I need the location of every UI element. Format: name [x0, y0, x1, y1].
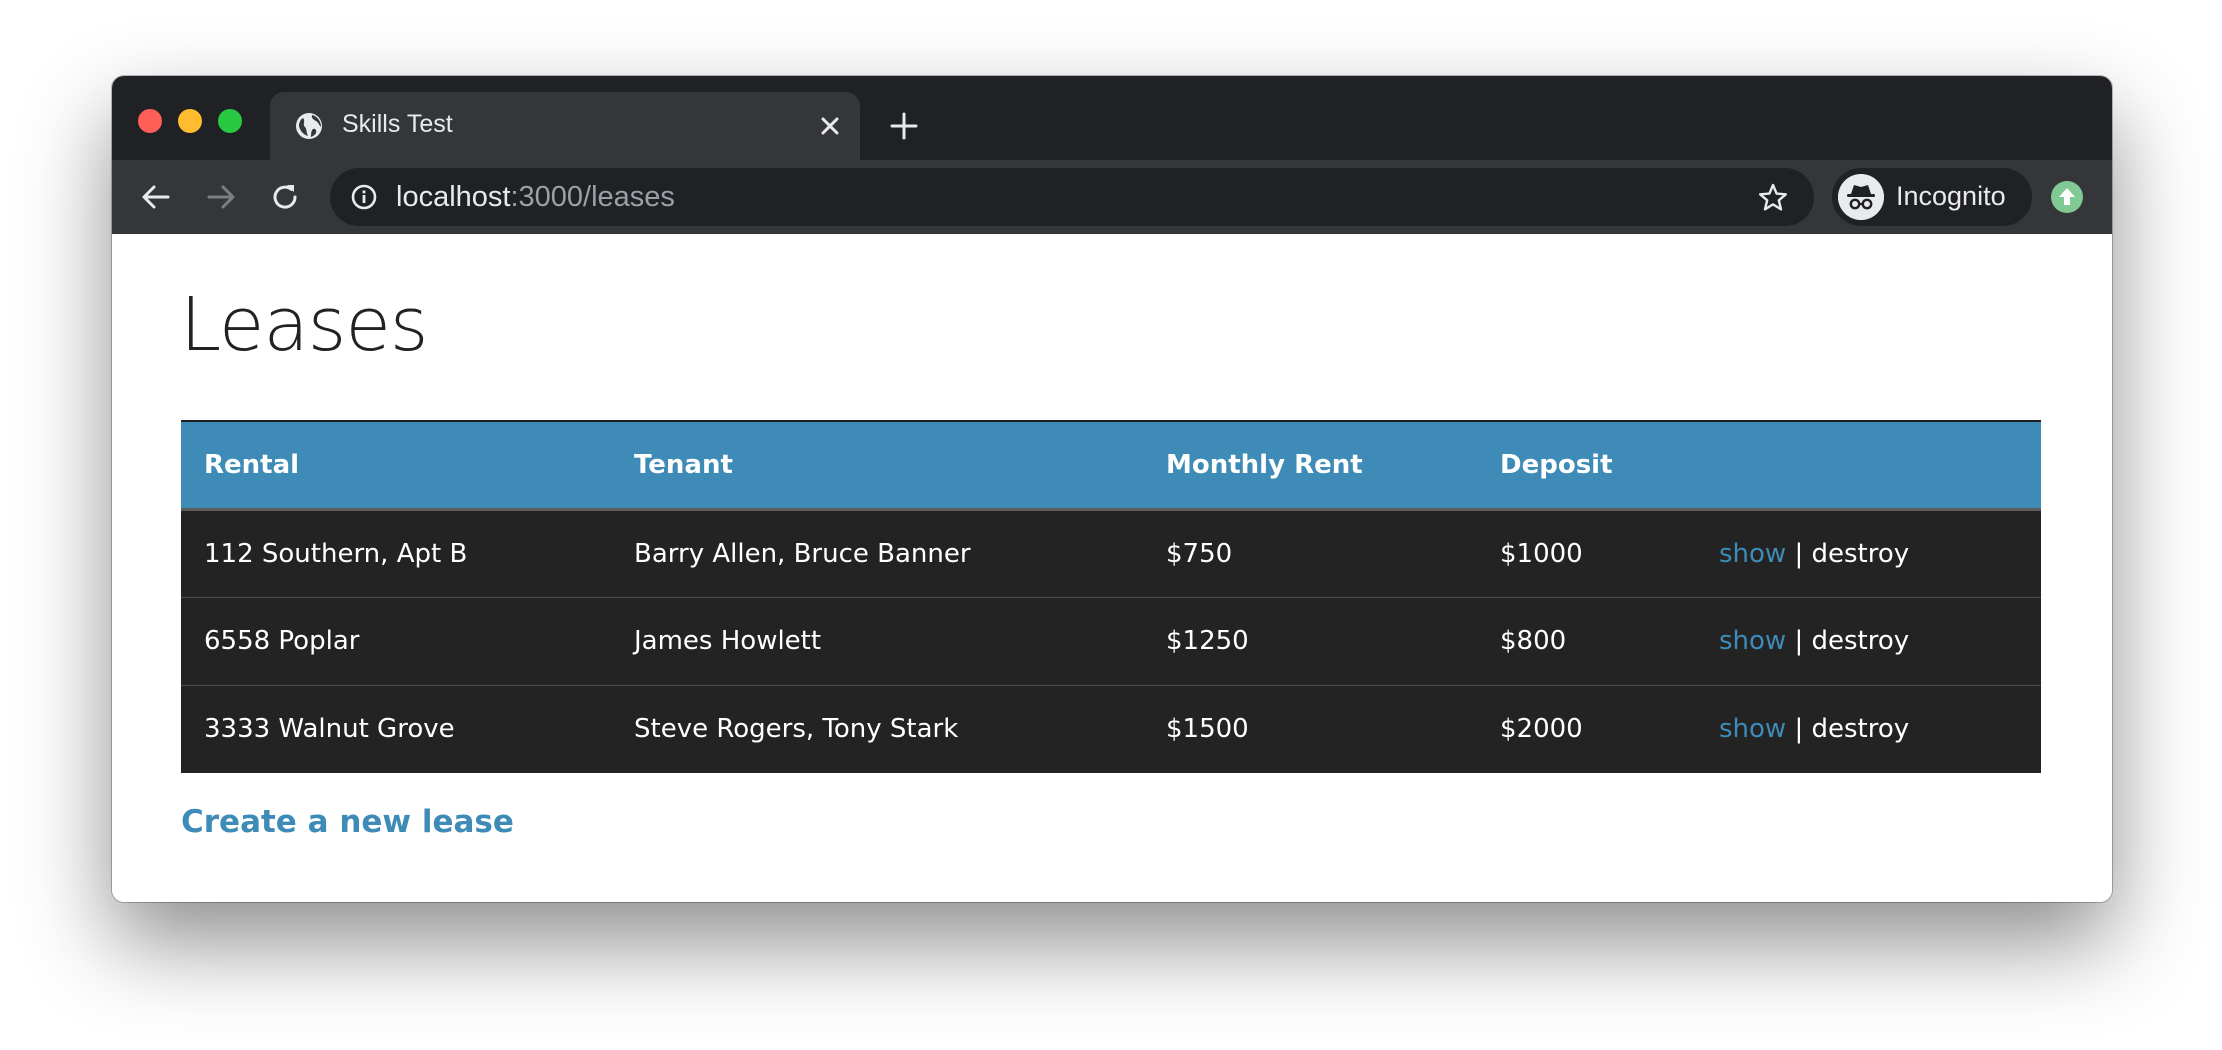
page-title: Leases: [180, 282, 428, 368]
page-content: Leases Rental Tenant Monthly Rent Deposi…: [112, 234, 2112, 902]
cell-actions: show | destroy: [1696, 597, 2041, 685]
star-icon[interactable]: [1756, 181, 1790, 215]
update-icon[interactable]: [2050, 180, 2084, 214]
tab-title: Skills Test: [342, 110, 453, 138]
show-link[interactable]: show: [1719, 714, 1786, 744]
table-body: 112 Southern, Apt B Barry Allen, Bruce B…: [181, 509, 2041, 773]
reload-icon[interactable]: [267, 179, 303, 215]
column-header-deposit: Deposit: [1500, 449, 1613, 480]
minimize-window-button[interactable]: [178, 109, 202, 133]
cell-deposit: $1000: [1500, 538, 1583, 569]
cell-rental: 6558 Poplar: [204, 626, 360, 656]
table-header: Rental Tenant Monthly Rent Deposit: [181, 421, 2041, 509]
info-icon[interactable]: [350, 183, 378, 211]
column-header-tenant: Tenant: [634, 449, 733, 480]
header-row: Rental Tenant Monthly Rent Deposit: [181, 421, 2041, 509]
browser-toolbar: localhost:3000/leases Incognito: [112, 160, 2112, 234]
cell-actions: show | destroy: [1696, 509, 2041, 597]
close-window-button[interactable]: [138, 109, 162, 133]
action-separator: |: [1794, 538, 1804, 569]
back-arrow-icon[interactable]: [138, 179, 174, 215]
destroy-link[interactable]: destroy: [1812, 714, 1910, 744]
destroy-link[interactable]: destroy: [1812, 539, 1910, 569]
cell-tenant: James Howlett: [634, 626, 822, 656]
forward-arrow-icon[interactable]: [203, 179, 239, 215]
column-header-monthly-rent: Monthly Rent: [1166, 449, 1363, 480]
column-header-rental: Rental: [204, 449, 300, 480]
cell-deposit: $800: [1500, 626, 1567, 656]
table-row: 112 Southern, Apt B Barry Allen, Bruce B…: [181, 509, 2041, 597]
action-separator: |: [1794, 714, 1804, 745]
cell-monthly-rent: $1250: [1166, 626, 1249, 656]
cell-monthly-rent: $750: [1166, 538, 1233, 569]
create-lease-link[interactable]: Create a new lease: [181, 804, 514, 840]
table-row: 3333 Walnut Grove Steve Rogers, Tony Sta…: [181, 685, 2041, 773]
browser-window: Skills Test localhost:3000/leases Incogn…: [112, 76, 2112, 902]
cell-tenant: Barry Allen, Bruce Banner: [634, 538, 971, 569]
show-link[interactable]: show: [1719, 626, 1786, 656]
url-host: localhost: [396, 181, 511, 213]
profile-button[interactable]: Incognito: [1832, 168, 2032, 226]
cell-tenant: Steve Rogers, Tony Stark: [634, 714, 959, 745]
cell-rental: 112 Southern, Apt B: [204, 538, 468, 569]
plus-icon[interactable]: [888, 110, 920, 142]
column-header-actions: [1696, 421, 2041, 509]
destroy-link[interactable]: destroy: [1812, 626, 1910, 656]
profile-label: Incognito: [1896, 181, 2006, 211]
action-separator: |: [1794, 626, 1804, 656]
globe-icon: [296, 113, 322, 139]
tab-skills-test[interactable]: Skills Test: [270, 92, 860, 160]
cell-deposit: $2000: [1500, 714, 1583, 745]
show-link[interactable]: show: [1719, 539, 1786, 569]
incognito-icon: [1838, 174, 1884, 220]
url-path: :3000/leases: [510, 181, 675, 213]
close-icon[interactable]: [816, 112, 844, 140]
cell-monthly-rent: $1500: [1166, 714, 1249, 745]
address-bar[interactable]: localhost:3000/leases: [330, 168, 1814, 226]
cell-actions: show | destroy: [1696, 685, 2041, 773]
table-row: 6558 Poplar James Howlett $1250 $800 sho…: [181, 597, 2041, 685]
title-bar: Skills Test: [112, 76, 2112, 160]
url-text[interactable]: localhost:3000/leases: [396, 181, 675, 214]
zoom-window-button[interactable]: [218, 109, 242, 133]
leases-table: Rental Tenant Monthly Rent Deposit 112 S…: [181, 420, 2041, 773]
cell-rental: 3333 Walnut Grove: [204, 714, 455, 745]
